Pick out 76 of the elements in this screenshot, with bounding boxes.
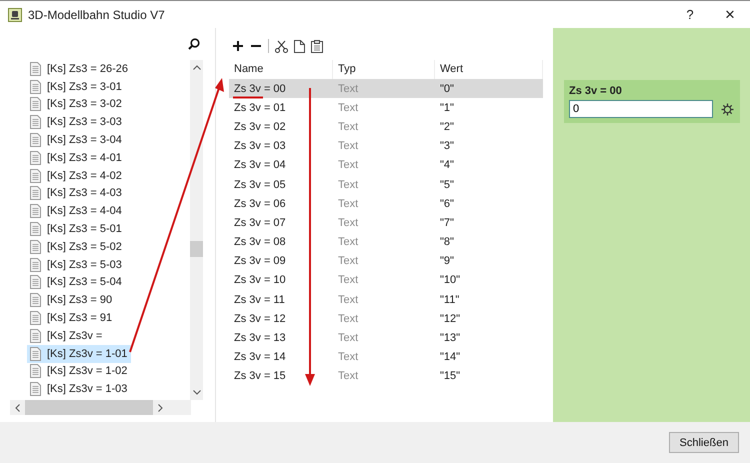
table-row[interactable]: Zs 3v = 02 Text "2" — [229, 117, 543, 137]
table-row[interactable]: Zs 3v = 15 Text "15" — [229, 366, 543, 386]
tree-item[interactable]: [Ks] Zs3 = 5-03 — [27, 256, 126, 274]
document-icon — [30, 150, 41, 165]
tree-item[interactable]: [Ks] Zs3 = 4-02 — [27, 166, 126, 185]
close-dialog-button[interactable]: Schließen — [669, 432, 739, 453]
scroll-right-icon[interactable] — [158, 404, 163, 412]
table-row[interactable]: Zs 3v = 06 Text "6" — [229, 194, 543, 214]
table-row[interactable]: Zs 3v = 01 Text "1" — [229, 98, 543, 118]
table-row[interactable]: Zs 3v = 10 Text "10" — [229, 270, 543, 290]
document-icon — [30, 133, 41, 148]
tree-item[interactable]: [Ks] Zs3v = 1-03 — [27, 380, 132, 398]
tree-item[interactable]: [Ks] Zs3v = 1-02 — [27, 362, 132, 380]
tree-item[interactable]: [Ks] Zs3 = 5-02 — [27, 238, 126, 256]
copy-icon[interactable] — [294, 40, 305, 52]
app-icon — [8, 8, 22, 22]
window-title: 3D-Modellbahn Studio V7 — [28, 8, 166, 22]
tree-item[interactable]: [Ks] Zs3v = 1-01 — [27, 344, 132, 363]
scroll-thumb[interactable] — [25, 400, 153, 415]
document-icon — [30, 293, 41, 308]
scroll-up-icon[interactable] — [192, 65, 200, 70]
table-row[interactable]: Zs 3v = 12 Text "12" — [229, 309, 543, 328]
tree-item[interactable]: [Ks] Zs3 = 4-03 — [27, 184, 126, 202]
document-icon — [30, 258, 41, 272]
document-icon — [30, 240, 41, 254]
table-row[interactable]: Zs 3v = 03 Text "3" — [229, 136, 543, 156]
help-button[interactable]: ? — [670, 7, 710, 22]
tree-item[interactable]: [Ks] Zs3 = 3-01 — [27, 78, 126, 96]
document-icon — [30, 97, 41, 112]
table-row[interactable]: Zs 3v = 11 Text "11" — [229, 290, 543, 310]
document-icon — [30, 328, 41, 343]
table-row[interactable]: Zs 3v = 00 Text "0" — [229, 79, 543, 98]
table-row[interactable]: Zs 3v = 09 Text "9" — [229, 252, 543, 271]
tree-item[interactable]: [Ks] Zs3 = 91 — [27, 309, 116, 327]
tree-item[interactable]: [Ks] Zs3 = 3-04 — [27, 131, 126, 149]
document-icon — [30, 311, 41, 326]
table-row[interactable]: Zs 3v = 07 Text "7" — [229, 213, 543, 232]
horizontal-scrollbar[interactable] — [10, 400, 191, 415]
gear-icon[interactable] — [721, 102, 734, 116]
table-row[interactable]: Zs 3v = 05 Text "5" — [229, 174, 543, 194]
close-button[interactable]: × — [710, 4, 750, 24]
document-icon — [30, 275, 41, 290]
vertical-scrollbar[interactable] — [190, 60, 203, 400]
scissors-icon[interactable] — [275, 40, 288, 52]
value-field[interactable]: 0 — [569, 100, 713, 118]
property-title: Zs 3v = 00 — [569, 85, 623, 97]
paste-icon[interactable] — [311, 40, 323, 52]
scroll-left-icon[interactable] — [15, 404, 20, 412]
document-icon — [30, 80, 41, 94]
table-row[interactable]: Zs 3v = 04 Text "4" — [229, 156, 543, 175]
tree-item[interactable]: [Ks] Zs3 = 5-04 — [27, 274, 126, 292]
table-row[interactable]: Zs 3v = 08 Text "8" — [229, 232, 543, 252]
document-icon — [30, 382, 41, 396]
tree-item[interactable]: [Ks] Zs3 = 26-26 — [27, 60, 132, 78]
tree-item[interactable]: [Ks] Zs3 = 90 — [27, 291, 116, 310]
tree-item[interactable]: [Ks] Zs3 = 5-01 — [27, 220, 126, 238]
tree-item[interactable]: [Ks] Zs3 = 4-01 — [27, 148, 126, 167]
tree-item[interactable]: [Ks] Zs3 = 3-03 — [27, 113, 126, 132]
document-icon — [30, 364, 41, 378]
document-icon — [30, 346, 41, 361]
document-icon — [30, 62, 41, 76]
document-icon — [30, 222, 41, 236]
document-icon — [30, 115, 41, 130]
tree-item[interactable]: [Ks] Zs3v = — [27, 326, 106, 345]
tree-item[interactable]: [Ks] Zs3 = 3-02 — [27, 96, 126, 114]
table-row[interactable]: Zs 3v = 13 Text "13" — [229, 328, 543, 348]
document-icon — [30, 204, 41, 218]
plus-icon[interactable] — [232, 40, 244, 52]
document-icon — [30, 168, 41, 183]
scroll-thumb[interactable] — [190, 241, 203, 257]
table-row[interactable]: Zs 3v = 14 Text "14" — [229, 348, 543, 367]
scroll-down-icon[interactable] — [192, 390, 200, 395]
tree-item[interactable]: [Ks] Zs3 = 4-04 — [27, 202, 126, 220]
document-icon — [30, 186, 41, 200]
search-icon[interactable] — [188, 38, 200, 50]
underline-mark — [233, 96, 263, 98]
